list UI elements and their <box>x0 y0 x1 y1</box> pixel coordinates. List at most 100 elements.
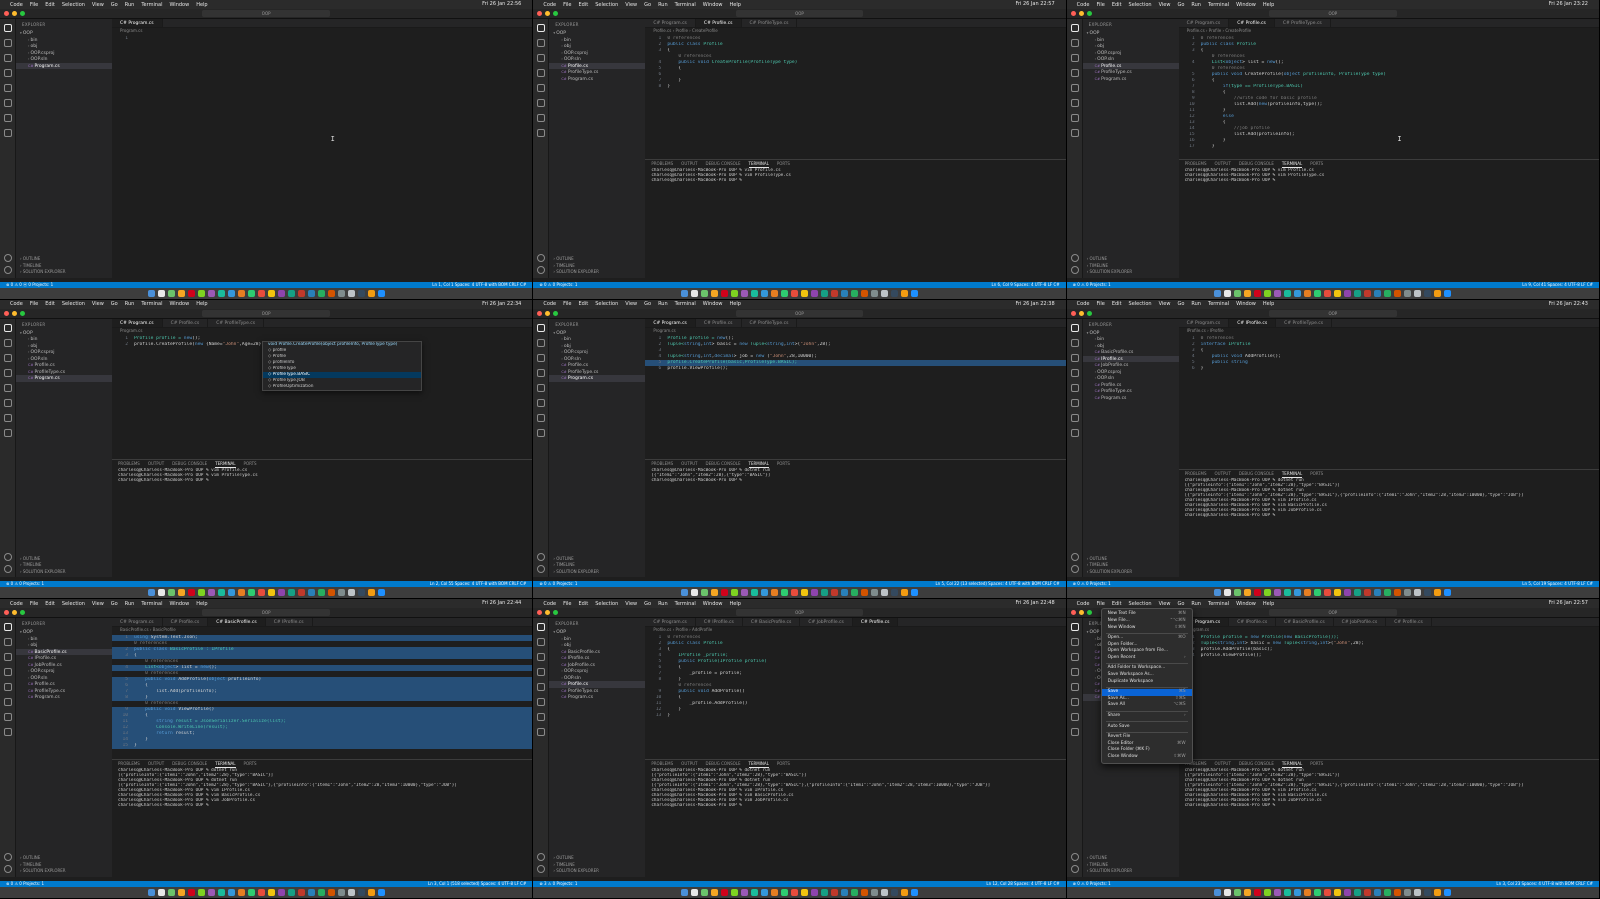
menu-view[interactable]: View <box>92 601 104 607</box>
source-control-icon[interactable] <box>1070 653 1079 662</box>
dock-app-icon[interactable] <box>227 289 235 297</box>
editor-tab[interactable]: C# Profile.cs <box>696 318 742 327</box>
account-icon[interactable] <box>4 253 12 262</box>
dock-app-icon[interactable] <box>750 589 758 597</box>
dock-app-icon[interactable] <box>1284 289 1292 297</box>
menu-selection[interactable]: Selection <box>1129 301 1152 307</box>
dock-app-icon[interactable] <box>247 289 255 297</box>
file-menu-item[interactable]: Save Workspace As... <box>1102 672 1192 679</box>
section-solution-explorer[interactable]: › SOLUTION EXPLORER <box>549 569 645 576</box>
breadcrumb[interactable]: Program.cs <box>1179 627 1599 634</box>
dock-app-icon[interactable] <box>1404 589 1412 597</box>
dock-app-icon[interactable] <box>850 589 858 597</box>
remote-icon[interactable] <box>537 698 546 707</box>
file-menu-item[interactable]: Revert File <box>1102 734 1192 741</box>
section-solution-explorer[interactable]: › SOLUTION EXPLORER <box>1083 868 1179 875</box>
file-menu-item[interactable]: Open... ⌘O <box>1102 635 1192 642</box>
panel-tab-output[interactable]: OUTPUT <box>681 760 697 768</box>
panel-tab-terminal[interactable]: TERMINAL <box>748 760 769 768</box>
solution-icon[interactable] <box>1070 428 1079 437</box>
status-left[interactable]: ⊗ 0 ⚠ 0 Projects: 1 <box>1073 881 1111 886</box>
close-window-icon[interactable] <box>537 610 543 616</box>
dock-app-icon[interactable] <box>1304 589 1312 597</box>
menu-go[interactable]: Go <box>111 601 118 607</box>
menu-code[interactable]: Code <box>10 301 23 307</box>
menu-run[interactable]: Run <box>658 601 668 607</box>
dock-app-icon[interactable] <box>257 888 265 896</box>
editor-tab[interactable]: C# Program.cs <box>645 19 696 27</box>
menu-terminal[interactable]: Terminal <box>141 601 162 607</box>
dock-app-icon[interactable] <box>740 289 748 297</box>
panel-tab-problems[interactable]: PROBLEMS <box>651 160 673 168</box>
dock-app-icon[interactable] <box>890 589 898 597</box>
menu-run[interactable]: Run <box>1191 601 1201 607</box>
menu-code[interactable]: Code <box>543 301 556 307</box>
menu-selection[interactable]: Selection <box>62 2 85 8</box>
dock-app-icon[interactable] <box>1214 289 1222 297</box>
panel-tab-problems[interactable]: PROBLEMS <box>1185 470 1207 478</box>
menu-help[interactable]: Help <box>730 601 741 607</box>
menu-selection[interactable]: Selection <box>595 301 618 307</box>
menu-file[interactable]: File <box>1096 2 1104 8</box>
remote-icon[interactable] <box>4 398 12 407</box>
dock-app-icon[interactable] <box>297 888 305 896</box>
dock-app-icon[interactable] <box>347 289 355 297</box>
dock-app-icon[interactable] <box>377 888 385 896</box>
menu-help[interactable]: Help <box>1263 601 1274 607</box>
panel-tab-problems[interactable]: PROBLEMS <box>118 460 140 468</box>
dock-app-icon[interactable] <box>1244 589 1252 597</box>
panel-tab-debug-console[interactable]: DEBUG CONSOLE <box>172 760 207 768</box>
dock-app-icon[interactable] <box>317 589 325 597</box>
menu-run[interactable]: Run <box>125 2 135 8</box>
menu-view[interactable]: View <box>625 2 637 8</box>
menu-help[interactable]: Help <box>196 601 207 607</box>
menu-file[interactable]: File <box>1096 601 1104 607</box>
menu-edit[interactable]: Edit <box>45 601 55 607</box>
menu-go[interactable]: Go <box>111 2 118 8</box>
testing-icon[interactable] <box>537 413 546 422</box>
dock-app-icon[interactable] <box>217 589 225 597</box>
dock-app-icon[interactable] <box>860 589 868 597</box>
panel-tab-terminal[interactable]: TERMINAL <box>1281 160 1303 169</box>
dock-app-icon[interactable] <box>1224 589 1232 597</box>
dock-app-icon[interactable] <box>357 289 365 297</box>
dock-app-icon[interactable] <box>1224 289 1232 297</box>
dock-app-icon[interactable] <box>1234 888 1242 896</box>
search-icon[interactable] <box>4 338 12 347</box>
dock-app-icon[interactable] <box>367 888 375 896</box>
dock-app-icon[interactable] <box>720 589 728 597</box>
dock-app-icon[interactable] <box>820 589 828 597</box>
command-center-search[interactable]: OOP <box>735 309 864 317</box>
menu-selection[interactable]: Selection <box>1129 2 1152 8</box>
extensions-icon[interactable] <box>537 683 546 692</box>
dock-app-icon[interactable] <box>760 888 768 896</box>
dock-app-icon[interactable] <box>780 888 788 896</box>
panel-tab-terminal[interactable]: TERMINAL <box>1281 470 1303 479</box>
dock-app-icon[interactable] <box>1314 589 1322 597</box>
dock-app-icon[interactable] <box>1244 289 1252 297</box>
gear-icon[interactable] <box>1070 864 1079 873</box>
menu-go[interactable]: Go <box>1177 301 1184 307</box>
section-solution-explorer[interactable]: › SOLUTION EXPLORER <box>16 569 112 576</box>
editor-tab[interactable]: C# Profile.cs <box>1229 19 1275 27</box>
code-editor[interactable]: 10 references 2 public class Profile 3{ 0 r… <box>645 36 1065 90</box>
gear-icon[interactable] <box>537 265 546 274</box>
panel-tab-ports[interactable]: PORTS <box>244 460 257 468</box>
menu-terminal[interactable]: Terminal <box>141 2 162 8</box>
dock-app-icon[interactable] <box>1214 589 1222 597</box>
dock-app-icon[interactable] <box>1314 888 1322 896</box>
dock-app-icon[interactable] <box>890 888 898 896</box>
dock-app-icon[interactable] <box>317 289 325 297</box>
panel-tab-debug-console[interactable]: DEBUG CONSOLE <box>705 760 740 768</box>
explorer-file-item[interactable]: C# Program.cs <box>1083 395 1179 402</box>
dock-app-icon[interactable] <box>337 589 345 597</box>
gear-icon[interactable] <box>4 864 12 873</box>
dock-app-icon[interactable] <box>680 589 688 597</box>
panel-tab-ports[interactable]: PORTS <box>777 760 790 768</box>
dock-app-icon[interactable] <box>1234 289 1242 297</box>
menu-run[interactable]: Run <box>1191 301 1201 307</box>
editor-tab[interactable]: C# Profile.cs <box>1386 618 1432 627</box>
dock-app-icon[interactable] <box>690 589 698 597</box>
dock-app-icon[interactable] <box>297 589 305 597</box>
menu-edit[interactable]: Edit <box>579 601 589 607</box>
